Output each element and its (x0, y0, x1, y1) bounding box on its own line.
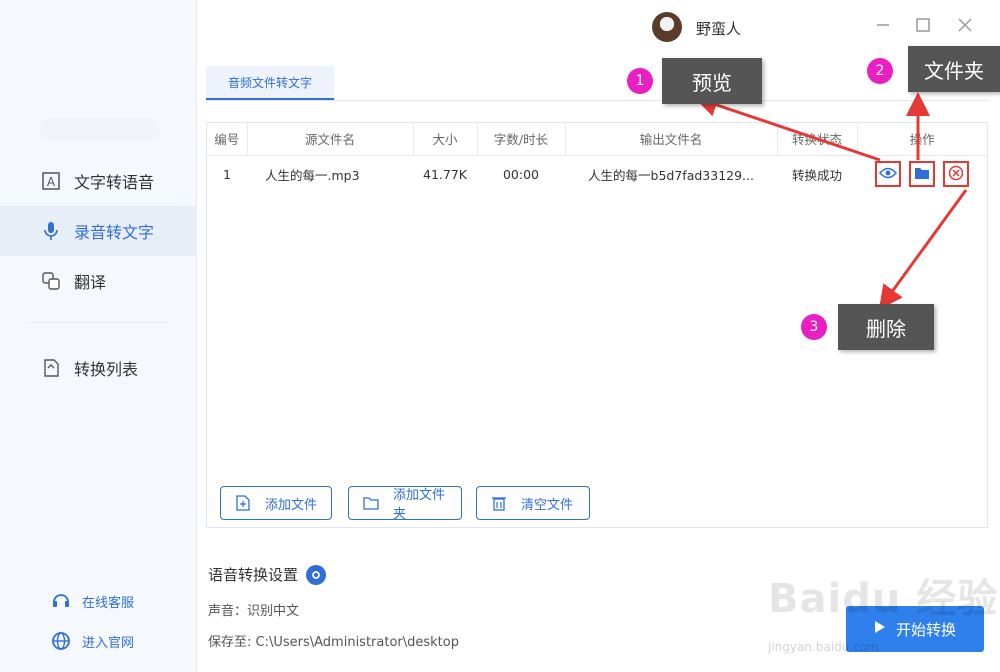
online-support-link[interactable]: 在线客服 (50, 590, 134, 612)
add-folder-icon (363, 495, 379, 511)
list-document-icon (40, 357, 62, 379)
table-header-row: 编号 源文件名 大小 字数/时长 输出文件名 转换状态 操作 (207, 123, 987, 156)
headset-icon (50, 590, 72, 612)
globe-icon (50, 630, 72, 652)
file-table: 编号 源文件名 大小 字数/时长 输出文件名 转换状态 操作 1 人生的每一.m… (207, 123, 987, 193)
eye-icon (878, 167, 898, 182)
add-folder-label: 添加文件夹 (393, 488, 446, 522)
watermark-sub: jingyan.baidu.com (768, 640, 879, 654)
add-folder-button[interactable]: 添加文件夹 (348, 486, 462, 522)
sidebar-item-conversion-list[interactable]: 转换列表 (0, 343, 197, 393)
folder-icon (914, 166, 930, 183)
sidebar-item-speech-to-text[interactable]: 录音转文字 (0, 206, 197, 256)
username[interactable]: 野蛮人 (696, 18, 741, 39)
online-support-label: 在线客服 (82, 595, 135, 611)
translate-icon (40, 270, 62, 292)
trash-icon (491, 495, 507, 511)
sidebar-item-label: 文字转语音 (74, 173, 155, 192)
cell-status: 转换成功 (791, 167, 842, 183)
annotation-badge-2: 2 (867, 58, 893, 84)
official-site-link[interactable]: 进入官网 (50, 630, 134, 652)
sidebar: A 文字转语音 录音转文字 翻译 转换列表 在线客服 进入官网 (0, 0, 197, 672)
clear-files-label: 清空文件 (521, 497, 574, 513)
avatar[interactable] (652, 12, 682, 42)
minimize-icon[interactable] (872, 14, 894, 36)
gear-icon[interactable] (306, 564, 327, 585)
cell-id: 1 (223, 166, 231, 182)
delete-circle-icon (948, 165, 964, 184)
tab-divider (206, 100, 988, 101)
cell-duration: 00:00 (502, 166, 540, 182)
column-header-duration: 字数/时长 (477, 123, 566, 156)
close-icon[interactable] (954, 14, 976, 36)
sidebar-logo-placeholder (40, 118, 160, 140)
sidebar-item-label: 翻译 (74, 273, 107, 292)
column-header-actions: 操作 (857, 123, 987, 156)
settings-title-text: 语音转换设置 (208, 566, 299, 584)
cell-actions (857, 155, 987, 193)
add-file-button[interactable]: 添加文件 (220, 486, 332, 520)
column-header-id: 编号 (207, 123, 248, 156)
microphone-icon (40, 220, 62, 242)
column-header-source: 源文件名 (247, 123, 414, 156)
add-file-icon (235, 495, 251, 511)
cell-source: 人生的每一.mp3 (265, 167, 360, 183)
delete-button[interactable] (943, 161, 969, 188)
sidebar-item-text-to-speech[interactable]: A 文字转语音 (0, 156, 197, 206)
sidebar-divider (28, 322, 168, 323)
annotation-badge-3: 3 (801, 314, 827, 340)
cell-output: 人生的每一b5d7fad33129... (588, 167, 754, 183)
annotation-badge-1: 1 (627, 68, 653, 94)
sidebar-item-label: 录音转文字 (74, 223, 155, 242)
open-folder-button[interactable] (909, 161, 935, 188)
text-a-icon: A (40, 170, 62, 192)
tab-audio-to-text[interactable]: 音频文件转文字 (206, 66, 334, 100)
add-file-label: 添加文件 (265, 497, 318, 513)
sidebar-item-label: 转换列表 (74, 360, 139, 379)
sidebar-item-translate[interactable]: 翻译 (0, 256, 197, 306)
svg-text:A: A (47, 175, 56, 189)
maximize-icon[interactable] (912, 14, 934, 36)
table-row[interactable]: 1 人生的每一.mp3 41.77K 00:00 人生的每一b5d7fad331… (207, 155, 987, 193)
preview-button[interactable] (875, 161, 901, 188)
annotation-preview: 预览 (662, 58, 762, 104)
column-header-status: 转换状态 (777, 123, 858, 156)
clear-files-button[interactable]: 清空文件 (476, 486, 590, 520)
save-path-setting[interactable]: 保存至: C:\Users\Administrator\desktop (208, 631, 459, 650)
official-site-label: 进入官网 (82, 635, 135, 651)
annotation-folder: 文件夹 (908, 46, 1000, 92)
watermark: Baidu 经验 (768, 576, 999, 622)
cell-size: 41.77K (423, 166, 467, 182)
settings-title: 语音转换设置 (208, 564, 327, 585)
annotation-delete: 删除 (838, 304, 934, 350)
voice-setting: 声音：识别中文 (208, 604, 300, 619)
column-header-size: 大小 (413, 123, 478, 156)
column-header-output: 输出文件名 (565, 123, 778, 156)
